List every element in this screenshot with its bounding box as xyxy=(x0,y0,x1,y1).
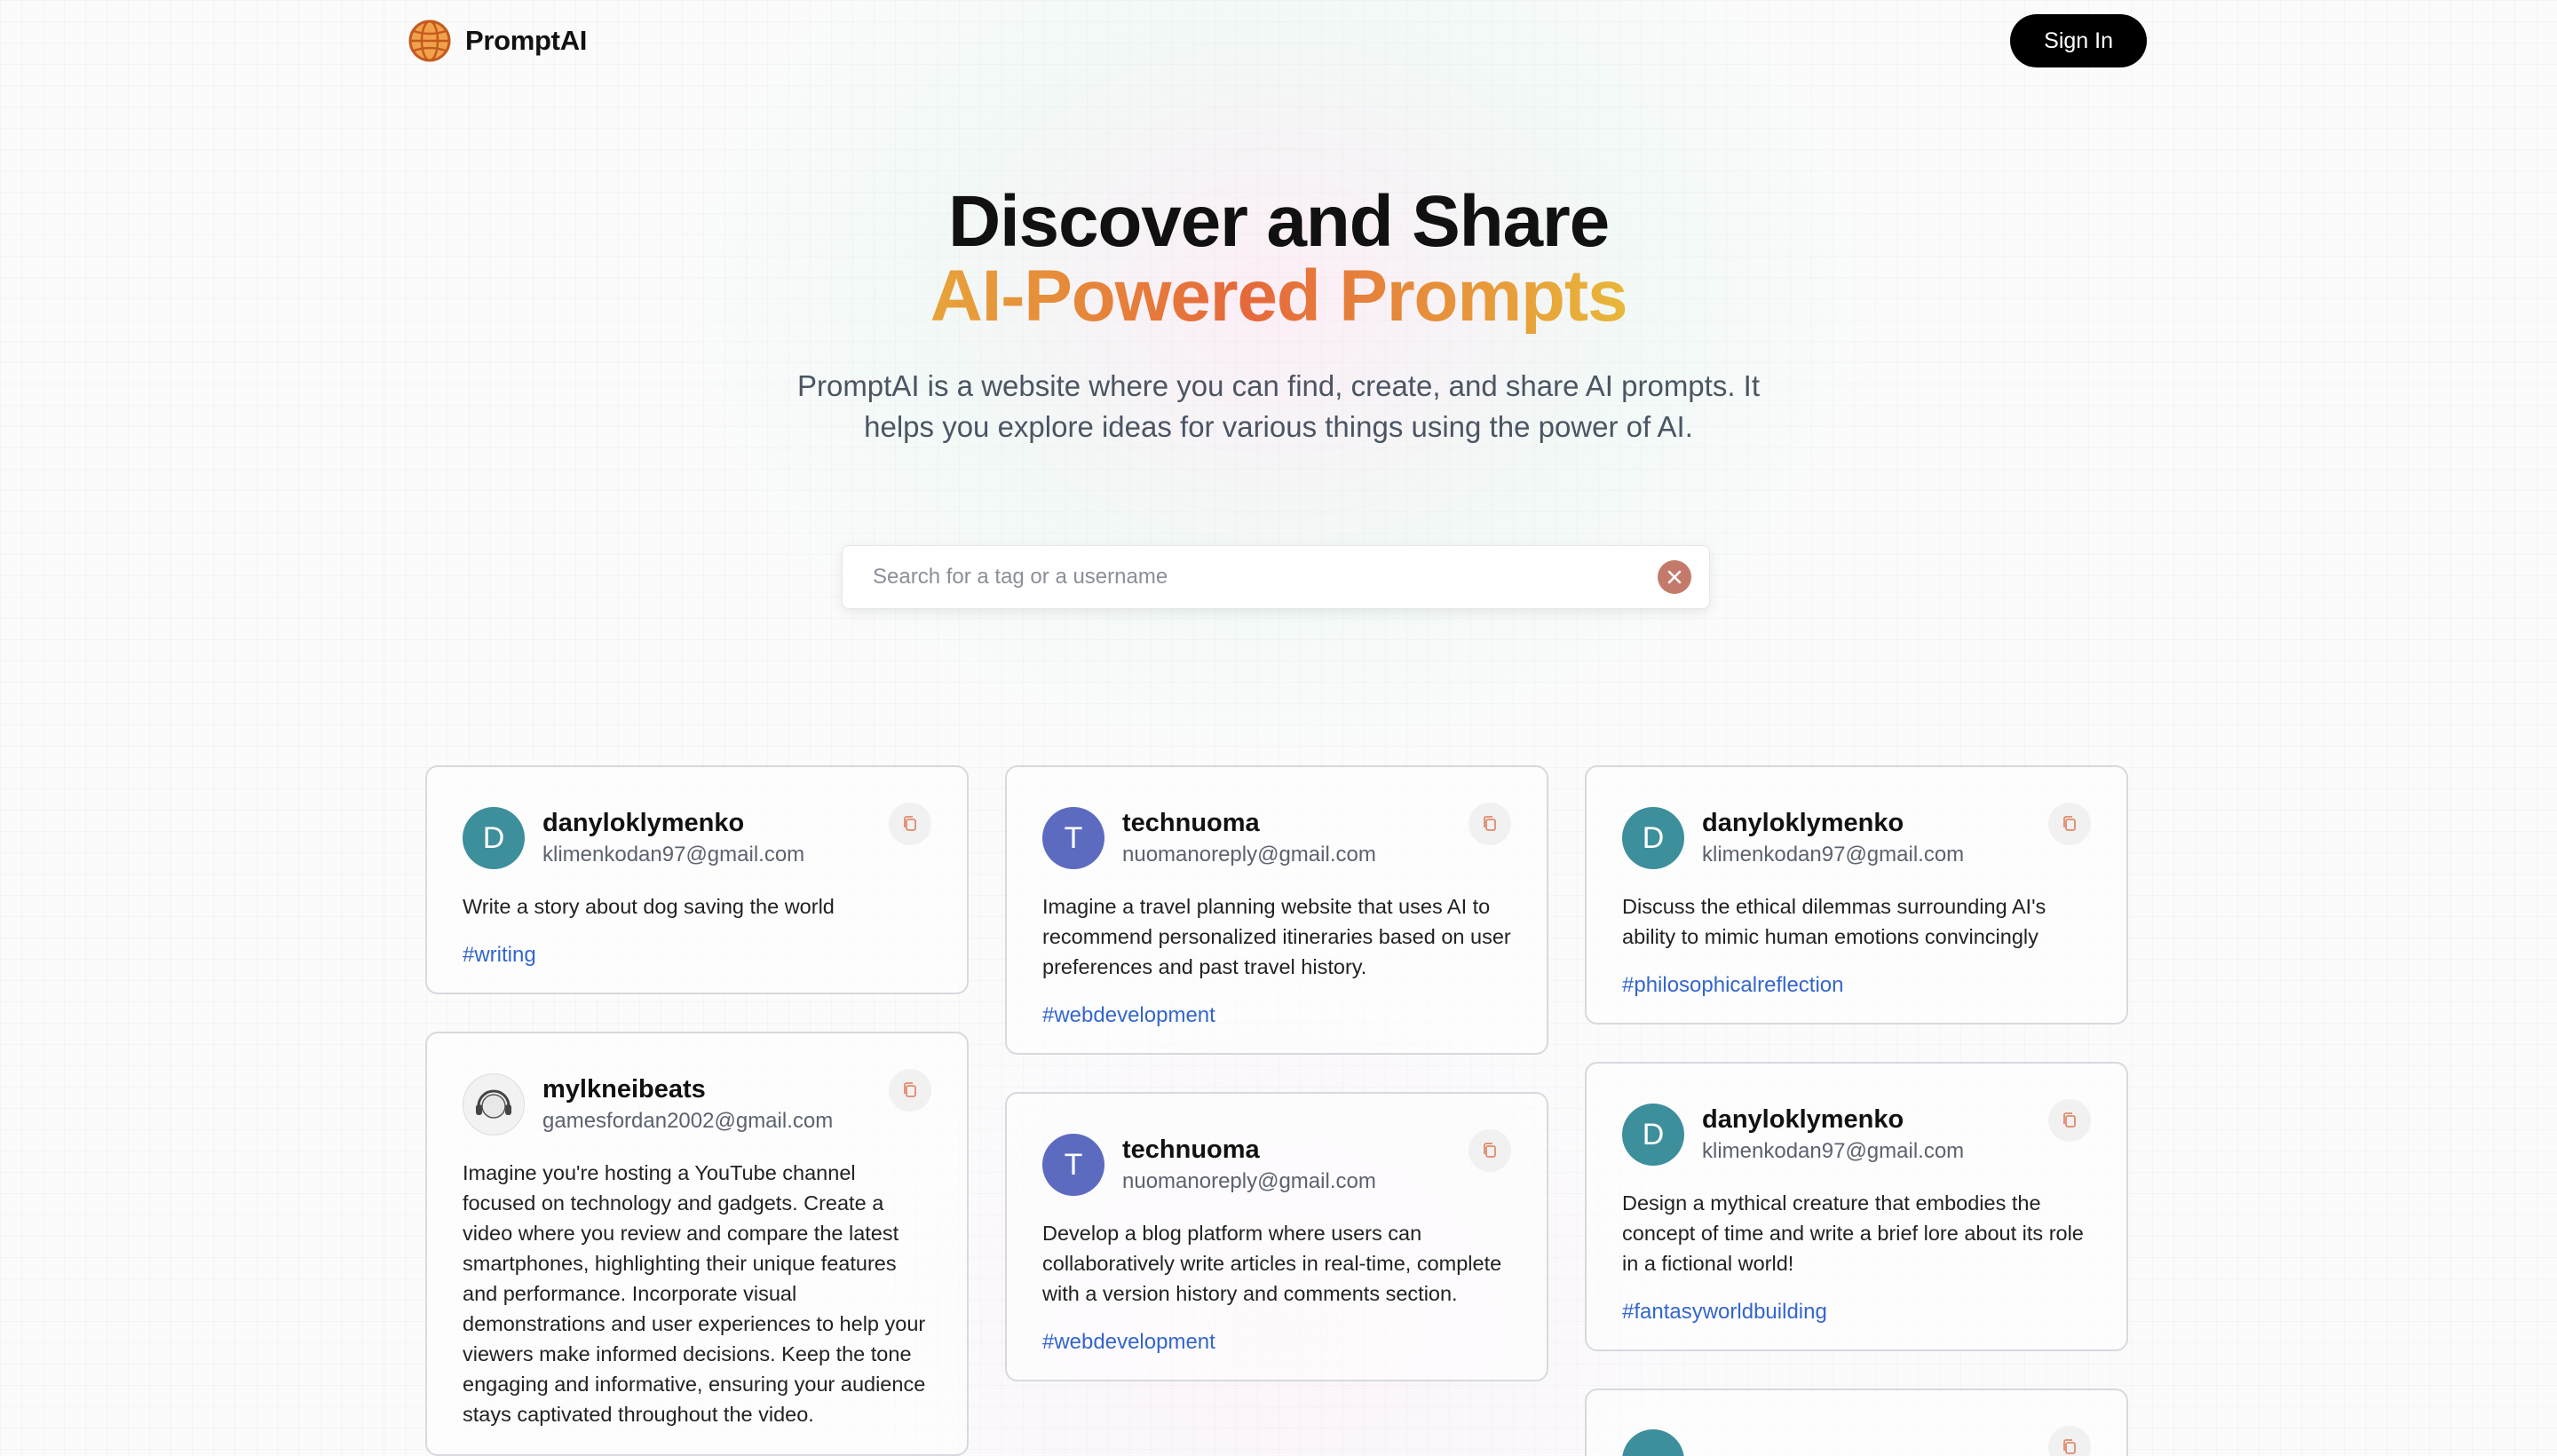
card-email: gamesfordan2002@gmail.com xyxy=(542,1109,834,1133)
prompt-card: D danyloklymenko klimenkodan97@gmail.com… xyxy=(425,765,969,994)
copy-icon xyxy=(904,816,916,831)
prompt-text: Write a story about dog saving the world xyxy=(463,895,835,918)
copy-button[interactable] xyxy=(2048,803,2091,845)
copy-button[interactable] xyxy=(889,803,931,845)
prompt-tag[interactable]: #writing xyxy=(463,943,536,968)
brand-link[interactable]: PromptAI xyxy=(407,18,587,64)
prompt-text: Imagine a travel planning website that u… xyxy=(1042,895,1511,978)
avatar[interactable]: T xyxy=(1042,1134,1104,1196)
copy-button[interactable] xyxy=(1468,1129,1511,1172)
card-username[interactable]: mylkneibeats xyxy=(542,1072,833,1106)
copy-button[interactable] xyxy=(2048,1099,2091,1142)
hero-title: Discover and Share AI-Powered Prompts xyxy=(0,185,2557,334)
sign-in-button[interactable]: Sign In xyxy=(2010,14,2147,67)
card-username[interactable]: technuoma xyxy=(1122,1133,1376,1167)
prompt-text: Discuss the ethical dilemmas surrounding… xyxy=(1622,895,2046,948)
copy-button[interactable] xyxy=(1468,803,1511,845)
copy-icon xyxy=(1484,816,1496,831)
card-email: klimenkodan97@gmail.com xyxy=(1702,843,1965,866)
prompt-tag[interactable]: #philosophicalreflection xyxy=(1622,973,1844,998)
clear-search-button[interactable] xyxy=(1658,560,1691,594)
copy-icon xyxy=(2063,1112,2076,1128)
card-email: nuomanoreply@gmail.com xyxy=(1122,843,1376,866)
prompt-column-3: D danyloklymenko klimenkodan97@gmail.com… xyxy=(1585,765,2128,1456)
copy-button[interactable] xyxy=(889,1069,931,1112)
prompt-tag[interactable]: #fantasyworldbuilding xyxy=(1622,1300,1827,1325)
prompt-card: T technuoma nuomanoreply@gmail.com Devel… xyxy=(1005,1092,1548,1381)
prompt-tag[interactable]: #webdevelopment xyxy=(1042,1330,1215,1355)
prompt-text: Develop a blog platform where users can … xyxy=(1042,1222,1502,1305)
avatar[interactable]: D xyxy=(463,807,525,869)
search-input[interactable] xyxy=(873,565,1658,590)
avatar[interactable] xyxy=(463,1073,525,1136)
headphones-avatar-icon xyxy=(476,1089,511,1119)
hero-title-line1: Discover and Share xyxy=(947,181,1610,262)
search-bar xyxy=(842,545,1710,609)
prompt-text: Imagine you're hosting a YouTube channel… xyxy=(463,1161,926,1426)
copy-icon xyxy=(1484,1143,1496,1158)
copy-icon xyxy=(904,1082,916,1097)
card-username[interactable]: danyloklymenko xyxy=(1702,806,1964,840)
close-icon xyxy=(1667,570,1682,584)
prompt-card: D danyloklymenko klimenkodan97@gmail.com… xyxy=(1585,1062,2128,1351)
prompt-column-1: D danyloklymenko klimenkodan97@gmail.com… xyxy=(425,765,969,1456)
prompt-card: mylkneibeats gamesfordan2002@gmail.com I… xyxy=(425,1032,969,1456)
card-email: klimenkodan97@gmail.com xyxy=(1702,1139,1965,1163)
prompt-text: Design a mythical creature that embodies… xyxy=(1622,1191,2084,1275)
prompt-tag[interactable]: #webdevelopment xyxy=(1042,1003,1215,1028)
card-username[interactable]: technuoma xyxy=(1122,806,1376,840)
prompt-column-2: T technuoma nuomanoreply@gmail.com Imagi… xyxy=(1005,765,1548,1381)
copy-icon xyxy=(2063,816,2076,831)
card-username[interactable]: danyloklymenko xyxy=(542,806,804,840)
prompt-card: D danyloklymenko klimenkodan97@gmail.com… xyxy=(1585,765,2128,1025)
globe-icon xyxy=(408,20,451,62)
card-username[interactable]: danyloklymenko xyxy=(1702,1103,1964,1136)
card-email: klimenkodan97@gmail.com xyxy=(542,843,805,866)
prompt-card-partial xyxy=(1585,1389,2128,1456)
avatar[interactable] xyxy=(1622,1429,1684,1456)
brand-name: PromptAI xyxy=(465,25,588,56)
avatar[interactable]: T xyxy=(1042,807,1104,869)
copy-icon xyxy=(2063,1439,2076,1454)
hero-section: Discover and Share AI-Powered Prompts Pr… xyxy=(0,185,2557,447)
top-navbar: PromptAI Sign In xyxy=(407,14,2147,67)
hero-title-line2: AI-Powered Prompts xyxy=(930,256,1628,336)
card-email: nuomanoreply@gmail.com xyxy=(1122,1169,1376,1193)
prompt-card: T technuoma nuomanoreply@gmail.com Imagi… xyxy=(1005,765,1548,1055)
avatar[interactable]: D xyxy=(1622,807,1684,869)
hero-description: PromptAI is a website where you can find… xyxy=(796,369,1761,443)
avatar[interactable]: D xyxy=(1622,1104,1684,1166)
